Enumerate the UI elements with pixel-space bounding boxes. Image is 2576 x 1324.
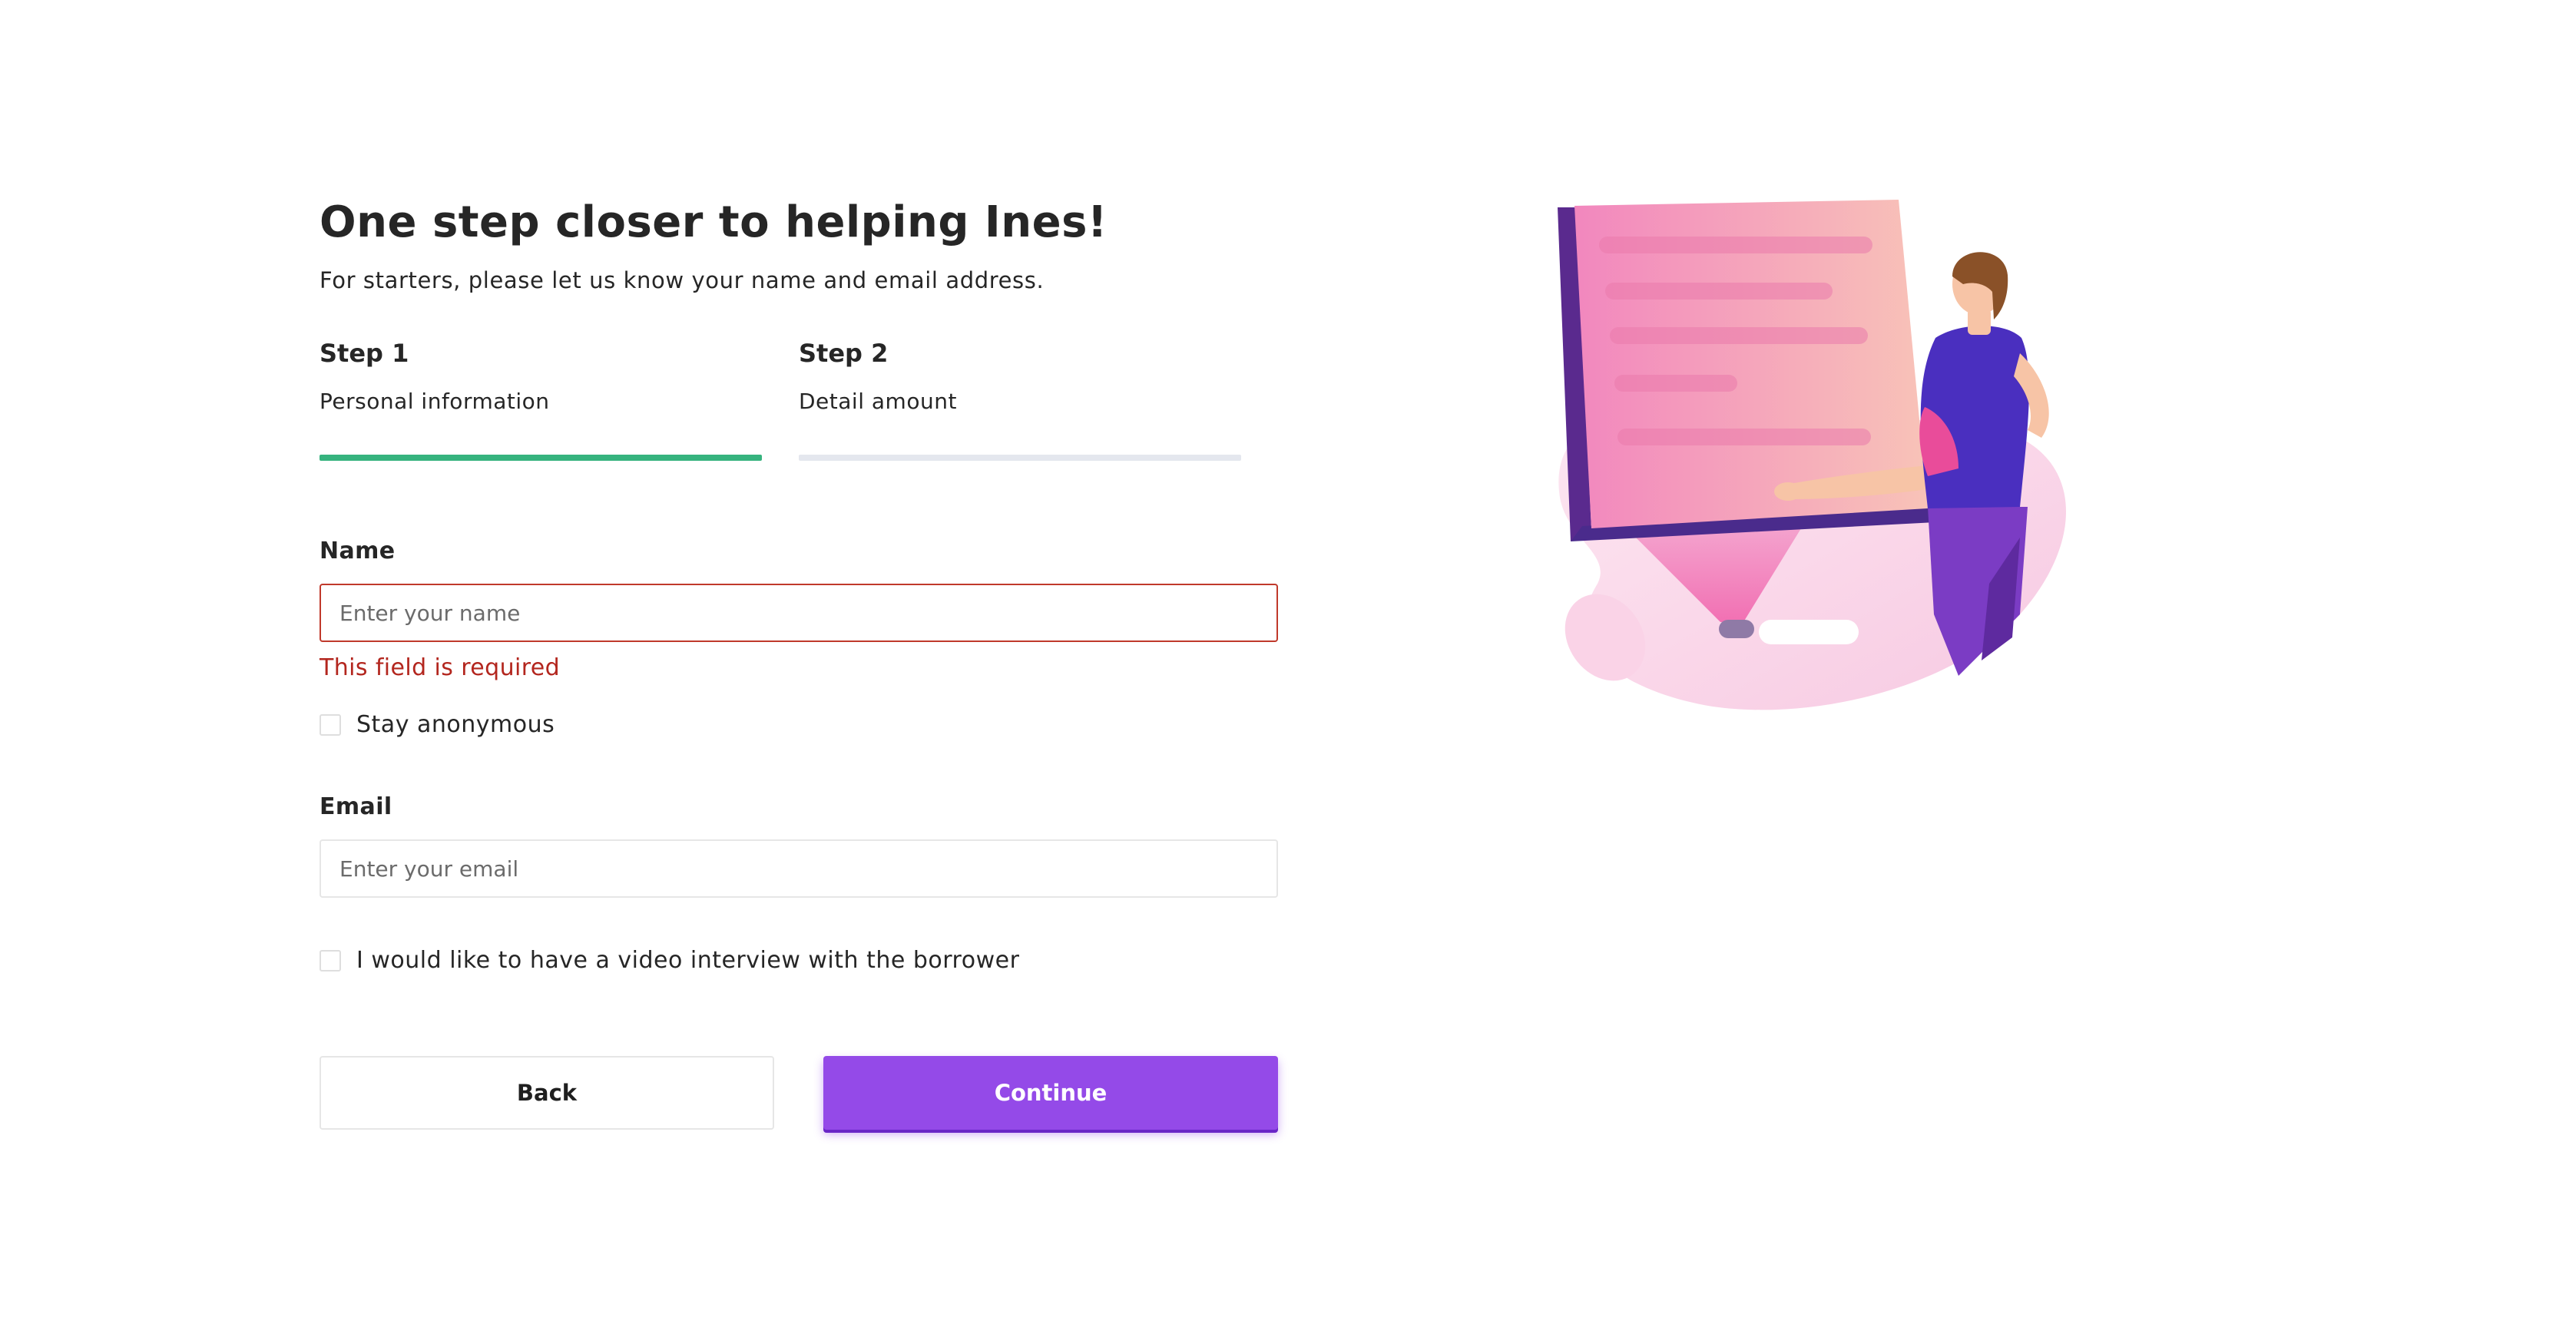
video-interview-option[interactable]: I would like to have a video interview w…: [320, 947, 1019, 974]
page-title: One step closer to helping Ines!: [320, 197, 1108, 247]
step-2: Step 2 Detail amount: [799, 338, 1241, 461]
donation-form-page: One step closer to helping Ines! For sta…: [0, 0, 2576, 1324]
page-subtitle: For starters, please let us know your na…: [320, 267, 1045, 293]
step-label: Detail amount: [799, 389, 957, 414]
step-1: Step 1 Personal information: [320, 338, 762, 461]
name-error-message: This field is required: [320, 654, 561, 681]
continue-button[interactable]: Continue: [823, 1056, 1278, 1130]
step-number: Step 2: [799, 339, 889, 368]
video-interview-checkbox[interactable]: [320, 949, 341, 971]
back-button[interactable]: Back: [320, 1056, 774, 1130]
video-interview-label: I would like to have a video interview w…: [356, 947, 1020, 974]
stay-anonymous-checkbox[interactable]: [320, 713, 341, 736]
email-label: Email: [320, 793, 392, 820]
step-progress-bar: [320, 455, 762, 461]
stay-anonymous-label: Stay anonymous: [356, 711, 555, 738]
step-label: Personal information: [320, 389, 550, 414]
person-presenting-board-illustration: [1528, 184, 2097, 722]
stay-anonymous-option[interactable]: Stay anonymous: [320, 711, 555, 738]
email-input[interactable]: [320, 839, 1278, 898]
name-input[interactable]: [320, 584, 1278, 642]
step-number: Step 1: [320, 339, 409, 368]
name-label: Name: [320, 538, 396, 564]
step-progress-bar: [799, 455, 1241, 461]
